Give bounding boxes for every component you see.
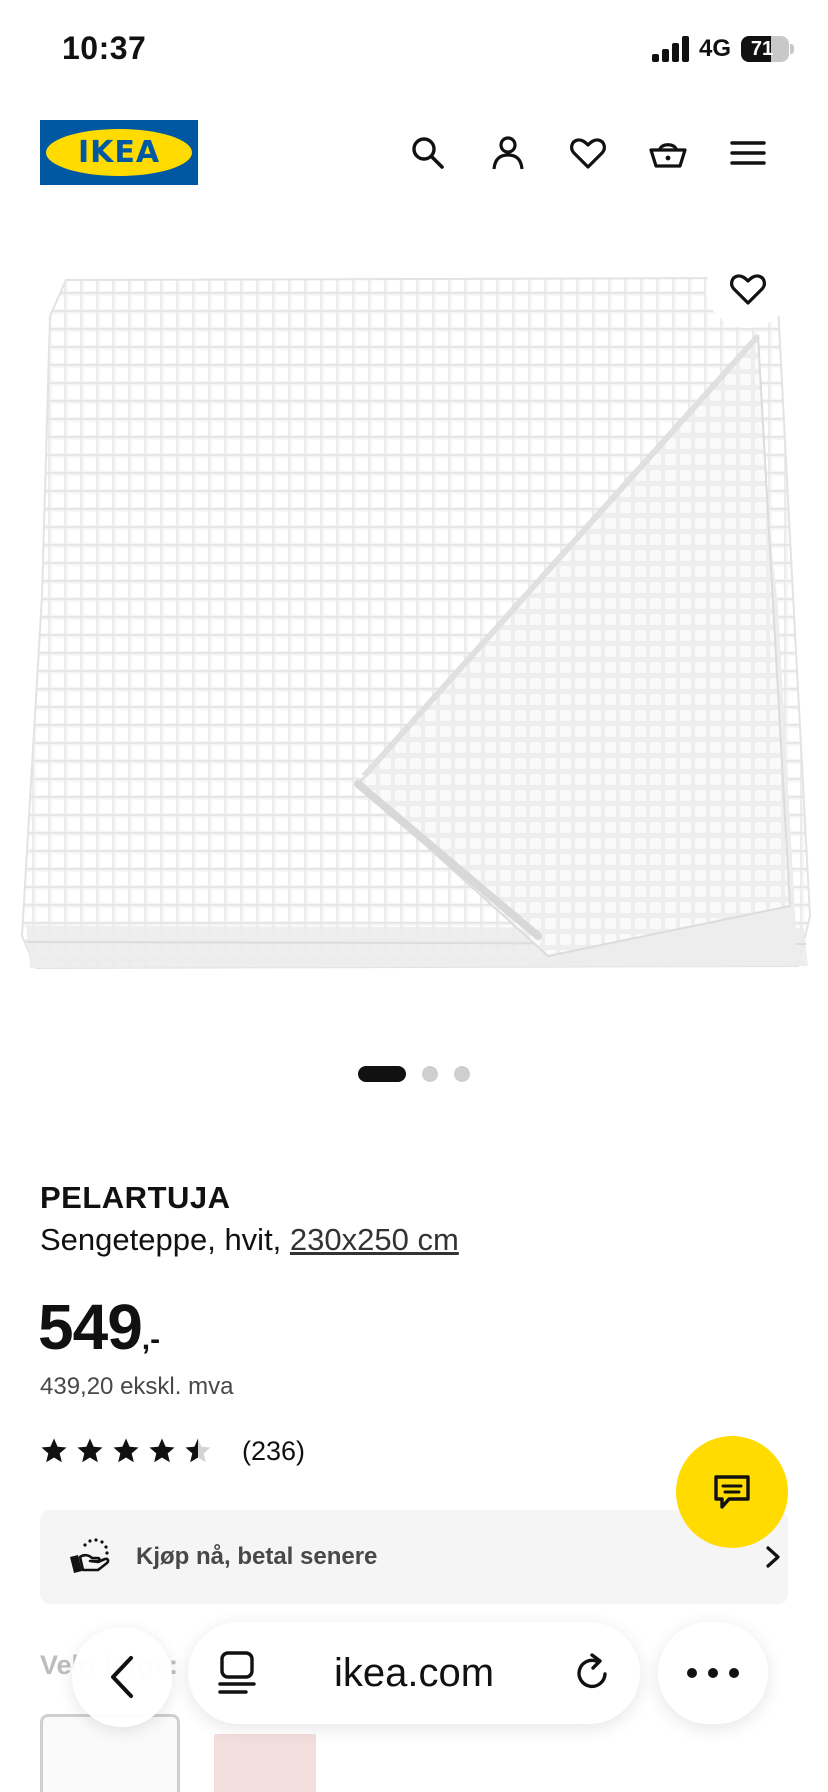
chat-button[interactable]: [676, 1436, 788, 1548]
payment-hand-icon: [70, 1538, 110, 1573]
price: 549,-: [38, 1290, 160, 1364]
status-bar: 10:37 4G 71: [0, 0, 828, 100]
star-full-icon: [149, 1438, 175, 1463]
rating-stars: [40, 1437, 220, 1465]
heart-icon: [730, 274, 766, 305]
network-type: 4G: [699, 35, 732, 62]
carousel-dot[interactable]: [454, 1066, 470, 1082]
battery-icon: 71: [741, 36, 789, 62]
ikea-logo-text: IKEA: [77, 135, 161, 170]
price-suffix: ,-: [141, 1323, 161, 1356]
more-icon: [687, 1668, 739, 1678]
user-icon: [492, 136, 524, 170]
browser-address-bar[interactable]: ikea.com: [188, 1622, 640, 1724]
star-full-icon: [113, 1438, 139, 1463]
pay-later-button[interactable]: Kjøp nå, betal senere: [40, 1510, 788, 1604]
pay-later-label: Kjøp nå, betal senere: [136, 1543, 378, 1570]
size-link[interactable]: 230x250 cm: [290, 1222, 459, 1257]
reload-icon[interactable]: [572, 1652, 614, 1694]
product-name: PELARTUJA: [40, 1180, 231, 1215]
review-count: (236): [242, 1435, 306, 1466]
ikea-logo-oval: IKEA: [46, 129, 192, 176]
product-type: Sengeteppe, hvit,: [40, 1222, 290, 1257]
heart-icon: [570, 138, 606, 169]
signal-icon: [652, 36, 692, 62]
product-description: Sengeteppe, hvit, 230x250 cm: [40, 1222, 459, 1258]
add-to-favorites-button[interactable]: [706, 250, 790, 328]
favorites-button[interactable]: [564, 129, 612, 177]
menu-button[interactable]: [724, 129, 772, 177]
carousel-dot[interactable]: [422, 1066, 438, 1082]
carousel-dot-active[interactable]: [358, 1066, 406, 1082]
variant-thumbnail-pink[interactable]: [214, 1734, 316, 1792]
product-image[interactable]: [18, 276, 812, 976]
chat-icon: [714, 1475, 750, 1509]
status-time: 10:37: [62, 30, 147, 66]
basket-button[interactable]: [644, 129, 692, 177]
star-full-icon: [41, 1438, 67, 1463]
star-half-icon: [185, 1438, 211, 1463]
price-excl-vat: 439,20 ekskl. mva: [40, 1373, 234, 1400]
product-gallery[interactable]: [0, 250, 828, 1030]
search-icon: [412, 137, 444, 169]
battery-nub: [790, 44, 794, 54]
carousel-indicator[interactable]: [0, 1066, 828, 1082]
basket-icon: [649, 143, 687, 168]
menu-icon: [730, 141, 766, 165]
chevron-left-icon: [111, 1656, 133, 1698]
ikea-logo[interactable]: IKEA: [40, 120, 198, 185]
browser-more-button[interactable]: [658, 1622, 768, 1724]
search-button[interactable]: [404, 129, 452, 177]
browser-back-button[interactable]: [72, 1627, 172, 1727]
account-button[interactable]: [484, 129, 532, 177]
site-header: IKEA: [0, 110, 828, 200]
chevron-right-icon: [766, 1546, 780, 1568]
battery-level: 71: [750, 38, 774, 60]
price-amount: 549: [38, 1291, 143, 1363]
star-full-icon: [77, 1438, 103, 1463]
rating[interactable]: (236): [40, 1436, 305, 1466]
